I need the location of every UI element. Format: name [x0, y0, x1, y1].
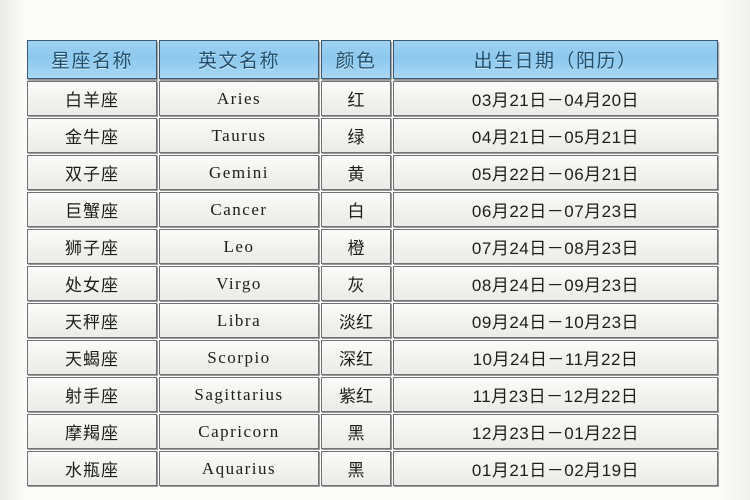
- column-header-english-name: 英文名称: [159, 40, 319, 79]
- cell-english-name: Leo: [159, 229, 319, 264]
- table-row: 双子座 Gemini 黄 05月22日－06月21日: [27, 155, 718, 190]
- column-header-name: 星座名称: [27, 40, 157, 79]
- table-row: 巨蟹座 Cancer 白 06月22日－07月23日: [27, 192, 718, 227]
- cell-english-name: Capricorn: [159, 414, 319, 449]
- cell-color: 黑: [321, 451, 391, 486]
- table-row: 水瓶座 Aquarius 黑 01月21日－02月19日: [27, 451, 718, 486]
- cell-english-name: Libra: [159, 303, 319, 338]
- cell-english-name: Virgo: [159, 266, 319, 301]
- table-row: 白羊座 Aries 红 03月21日－04月20日: [27, 81, 718, 116]
- table-row: 狮子座 Leo 橙 07月24日－08月23日: [27, 229, 718, 264]
- cell-sign-name: 天蝎座: [27, 340, 157, 375]
- cell-sign-name: 巨蟹座: [27, 192, 157, 227]
- cell-sign-name: 白羊座: [27, 81, 157, 116]
- zodiac-table-container: 星座名称 英文名称 颜色 出生日期（阳历） 白羊座 Aries 红 03月21日－04…: [25, 38, 718, 488]
- cell-english-name: Aquarius: [159, 451, 319, 486]
- table-row: 天秤座 Libra 淡红 09月24日－10月23日: [27, 303, 718, 338]
- cell-sign-name: 双子座: [27, 155, 157, 190]
- cell-english-name: Cancer: [159, 192, 319, 227]
- zodiac-sign-table: 星座名称 英文名称 颜色 出生日期（阳历） 白羊座 Aries 红 03月21日－04…: [25, 38, 720, 488]
- cell-birth-date: 12月23日－01月22日: [393, 414, 718, 449]
- cell-birth-date: 05月22日－06月21日: [393, 155, 718, 190]
- cell-english-name: Taurus: [159, 118, 319, 153]
- cell-color: 红: [321, 81, 391, 116]
- cell-color: 白: [321, 192, 391, 227]
- cell-color: 紫红: [321, 377, 391, 412]
- cell-sign-name: 金牛座: [27, 118, 157, 153]
- scan-artifact-text: · · · · · · · · · · ·: [325, 1, 425, 11]
- column-header-birth-date: 出生日期（阳历）: [393, 40, 718, 79]
- cell-sign-name: 狮子座: [27, 229, 157, 264]
- cell-color: 深红: [321, 340, 391, 375]
- cell-birth-date: 09月24日－10月23日: [393, 303, 718, 338]
- cell-sign-name: 射手座: [27, 377, 157, 412]
- cell-color: 灰: [321, 266, 391, 301]
- cell-sign-name: 摩羯座: [27, 414, 157, 449]
- cell-sign-name: 处女座: [27, 266, 157, 301]
- cell-english-name: Sagittarius: [159, 377, 319, 412]
- table-body: 白羊座 Aries 红 03月21日－04月20日 金牛座 Taurus 绿 04月21日－0…: [27, 81, 718, 486]
- table-row: 射手座 Sagittarius 紫红 11月23日－12月22日: [27, 377, 718, 412]
- cell-birth-date: 01月21日－02月19日: [393, 451, 718, 486]
- cell-sign-name: 水瓶座: [27, 451, 157, 486]
- table-header: 星座名称 英文名称 颜色 出生日期（阳历）: [27, 40, 718, 79]
- cell-birth-date: 03月21日－04月20日: [393, 81, 718, 116]
- table-row: 摩羯座 Capricorn 黑 12月23日－01月22日: [27, 414, 718, 449]
- cell-birth-date: 07月24日－08月23日: [393, 229, 718, 264]
- cell-english-name: Aries: [159, 81, 319, 116]
- column-header-color: 颜色: [321, 40, 391, 79]
- table-row: 金牛座 Taurus 绿 04月21日－05月21日: [27, 118, 718, 153]
- cell-birth-date: 11月23日－12月22日: [393, 377, 718, 412]
- cell-color: 橙: [321, 229, 391, 264]
- cell-birth-date: 06月22日－07月23日: [393, 192, 718, 227]
- table-row: 处女座 Virgo 灰 08月24日－09月23日: [27, 266, 718, 301]
- cell-color: 黄: [321, 155, 391, 190]
- cell-birth-date: 10月24日－11月22日: [393, 340, 718, 375]
- table-row: 天蝎座 Scorpio 深红 10月24日－11月22日: [27, 340, 718, 375]
- cell-color: 绿: [321, 118, 391, 153]
- cell-sign-name: 天秤座: [27, 303, 157, 338]
- cell-color: 淡红: [321, 303, 391, 338]
- table-header-row: 星座名称 英文名称 颜色 出生日期（阳历）: [27, 40, 718, 79]
- cell-birth-date: 08月24日－09月23日: [393, 266, 718, 301]
- cell-english-name: Gemini: [159, 155, 319, 190]
- cell-english-name: Scorpio: [159, 340, 319, 375]
- cell-color: 黑: [321, 414, 391, 449]
- cell-birth-date: 04月21日－05月21日: [393, 118, 718, 153]
